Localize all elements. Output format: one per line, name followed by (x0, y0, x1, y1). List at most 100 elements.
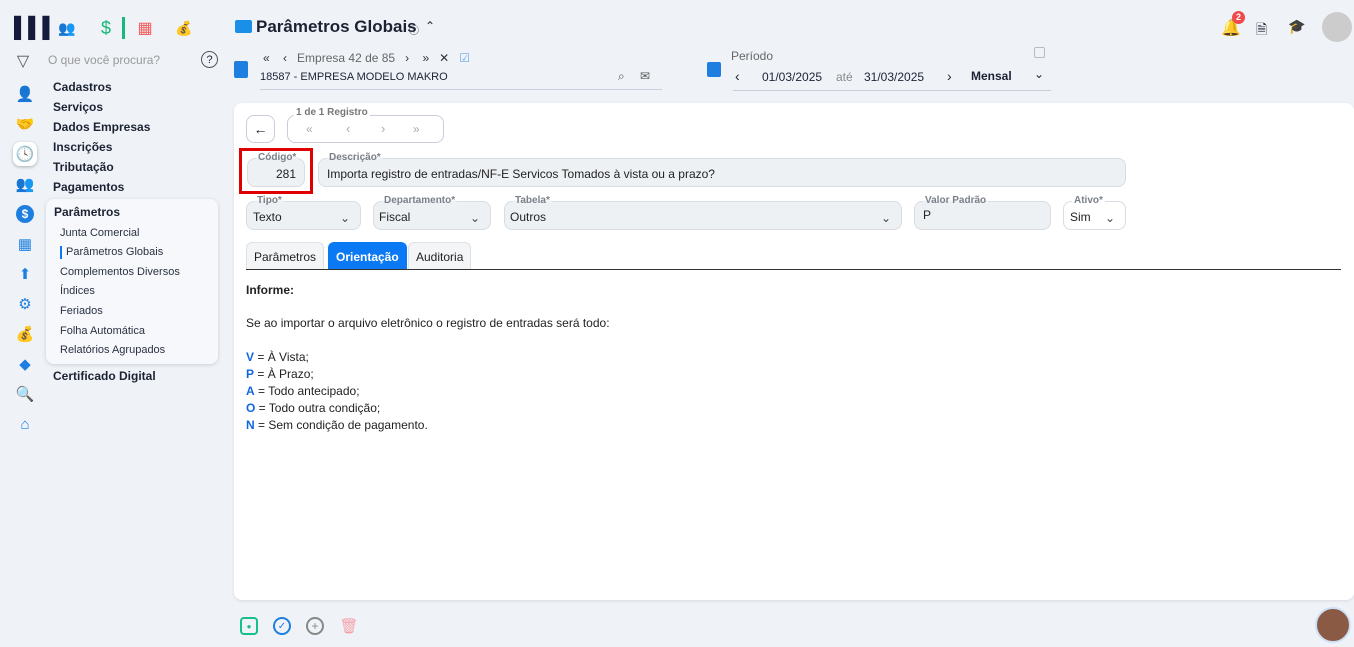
empresa-field[interactable]: 18587 - EMPRESA MODELO MAKRO (260, 71, 448, 83)
option-line: A = Todo antecipado; (246, 384, 360, 398)
back-button[interactable]: ← (246, 115, 275, 143)
ativo-select[interactable]: Ativo* Sim ⌄ (1063, 195, 1126, 230)
notification-badge: 2 (1232, 11, 1245, 24)
submenu-title[interactable]: Parâmetros (54, 205, 120, 219)
filter-icon[interactable]: ▽ (14, 52, 32, 70)
dollar-circle-icon[interactable]: $ (14, 203, 36, 225)
tipo-select[interactable]: Tipo* Texto ⌄ (246, 195, 361, 230)
grid-icon[interactable]: ▦ (14, 233, 36, 255)
first-icon[interactable]: « (263, 51, 270, 65)
layers-icon[interactable]: ◆ (14, 353, 36, 375)
document-search-icon[interactable]: 🗎 (1256, 19, 1267, 43)
chevron-down-icon: ⌄ (339, 211, 350, 225)
last-icon[interactable]: » (422, 51, 429, 65)
divider (733, 90, 1051, 91)
calendar-icon (707, 62, 721, 77)
next-record-icon[interactable]: › (381, 121, 385, 136)
page-title: Parâmetros Globais (256, 17, 417, 36)
confirm-icon[interactable]: ✓ (273, 617, 291, 635)
next-icon[interactable]: › (405, 51, 409, 65)
divider (260, 89, 662, 90)
info-icon[interactable]: ⓘ (409, 22, 419, 37)
monitor-icon (235, 20, 252, 33)
menu-pagamentos[interactable]: Pagamentos (53, 180, 124, 194)
delete-icon[interactable]: 🗑 (339, 616, 358, 636)
date-to[interactable]: 31/03/2025 (864, 70, 924, 84)
search-icon[interactable]: 🔍 (14, 383, 36, 405)
period-next-icon[interactable]: › (947, 68, 952, 84)
submenu-item[interactable]: Feriados (60, 305, 103, 317)
first-record-icon[interactable]: « (306, 122, 313, 136)
people-icon[interactable]: 👥 (14, 173, 36, 195)
add-icon[interactable]: + (306, 617, 324, 635)
avatar[interactable] (1322, 12, 1352, 42)
menu-dados-empresas[interactable]: Dados Empresas (53, 120, 150, 134)
graduation-cap-icon[interactable]: 🎓 (1288, 18, 1305, 35)
prev-record-icon[interactable]: ‹ (346, 121, 350, 136)
valor-padrao-field[interactable]: Valor Padrão P (914, 195, 1051, 230)
orientacao-intro: Se ao importar o arquivo eletrônico o re… (246, 316, 610, 330)
periodicidade-select[interactable]: Mensal (971, 69, 1012, 83)
menu-certificado-digital[interactable]: Certificado Digital (53, 369, 156, 383)
option-line: P = À Prazo; (246, 367, 314, 381)
empresa-counter: Empresa 42 de 85 (297, 51, 396, 65)
chevron-down-icon: ⌄ (880, 211, 891, 225)
tab-auditoria[interactable]: Auditoria (408, 242, 472, 269)
building-icon (234, 61, 248, 78)
user-gear-icon[interactable]: 👤 (14, 83, 36, 105)
tab-parametros[interactable]: Parâmetros (246, 242, 325, 269)
chevron-down-icon[interactable]: ⌄ (1034, 67, 1044, 81)
money-bag-icon[interactable]: 💰 (174, 17, 194, 39)
chevron-up-icon[interactable]: ⌃ (425, 19, 435, 33)
calculator-icon[interactable]: ▦ (135, 17, 155, 39)
submenu-parametros: Parâmetros Junta Comercial Parâmetros Gl… (46, 199, 218, 364)
active-indicator (122, 17, 125, 39)
dollar-icon[interactable]: $ (96, 17, 116, 39)
submenu-item[interactable]: Relatórios Agrupados (60, 344, 165, 356)
record-nav-label: 1 de 1 Registro (294, 107, 370, 118)
search-icon[interactable]: ⌕ (618, 69, 625, 84)
menu-servicos[interactable]: Serviços (53, 100, 103, 114)
close-icon[interactable]: ✕ (439, 51, 449, 65)
menu-cadastros[interactable]: Cadastros (53, 80, 112, 94)
codigo-field[interactable]: Código* 281 (247, 152, 305, 187)
record-nav: 1 de 1 Registro « ‹ › » (287, 107, 444, 143)
gear-icon[interactable]: ⚙ (14, 293, 36, 315)
users-icon[interactable]: 👥 (56, 17, 78, 39)
help-icon[interactable]: ? (201, 51, 218, 68)
handshake-icon[interactable]: 🤝 (14, 113, 36, 135)
last-record-icon[interactable]: » (413, 122, 420, 136)
submenu-item-active[interactable]: Parâmetros Globais (66, 246, 163, 258)
menu-tributacao[interactable]: Tributação (53, 160, 114, 174)
home-icon[interactable]: ⌂ (14, 413, 36, 435)
submenu-item[interactable]: Complementos Diversos (60, 266, 180, 278)
money-bag-blue-icon[interactable]: 💰 (14, 323, 36, 345)
chevron-down-icon: ⌄ (1104, 211, 1115, 225)
prev-icon[interactable]: ‹ (283, 51, 287, 65)
period-checkbox[interactable] (1034, 47, 1045, 58)
clock-icon[interactable]: 🕓 (13, 142, 37, 166)
empresa-nav: « ‹ Empresa 42 de 85 › » ✕ ☑ (263, 51, 470, 65)
menu-inscricoes[interactable]: Inscrições (53, 140, 112, 154)
submenu-item[interactable]: Folha Automática (60, 325, 145, 337)
descricao-field[interactable]: Descrição* Importa registro de entradas/N… (318, 152, 1126, 187)
checkbox[interactable]: ☑ (459, 51, 470, 65)
orientacao-heading: Informe: (246, 283, 294, 297)
assistant-avatar[interactable] (1315, 607, 1351, 643)
tabela-select[interactable]: Tabela* Outros ⌄ (504, 195, 902, 230)
date-from[interactable]: 01/03/2025 (762, 70, 822, 84)
tab-orientacao[interactable]: Orientação (328, 242, 407, 269)
departamento-select[interactable]: Departamento* Fiscal ⌄ (373, 195, 491, 230)
submenu-item[interactable]: Junta Comercial (60, 227, 139, 239)
submenu-item[interactable]: Índices (60, 285, 95, 297)
main-panel: ← 1 de 1 Registro « ‹ › » Código* 281 Des… (234, 103, 1354, 600)
search-input[interactable]: O que você procura? (48, 53, 160, 67)
save-icon[interactable]: ● (240, 617, 258, 635)
percent-icon[interactable]: ⬆ (14, 263, 36, 285)
app-logo[interactable]: ▌▌▌ (14, 17, 57, 40)
ate-label: até (836, 70, 853, 84)
periodo-label: Período (731, 49, 774, 63)
period-prev-icon[interactable]: ‹ (735, 68, 740, 84)
tab-divider (246, 269, 1341, 270)
mail-icon[interactable]: ✉ (640, 69, 650, 83)
